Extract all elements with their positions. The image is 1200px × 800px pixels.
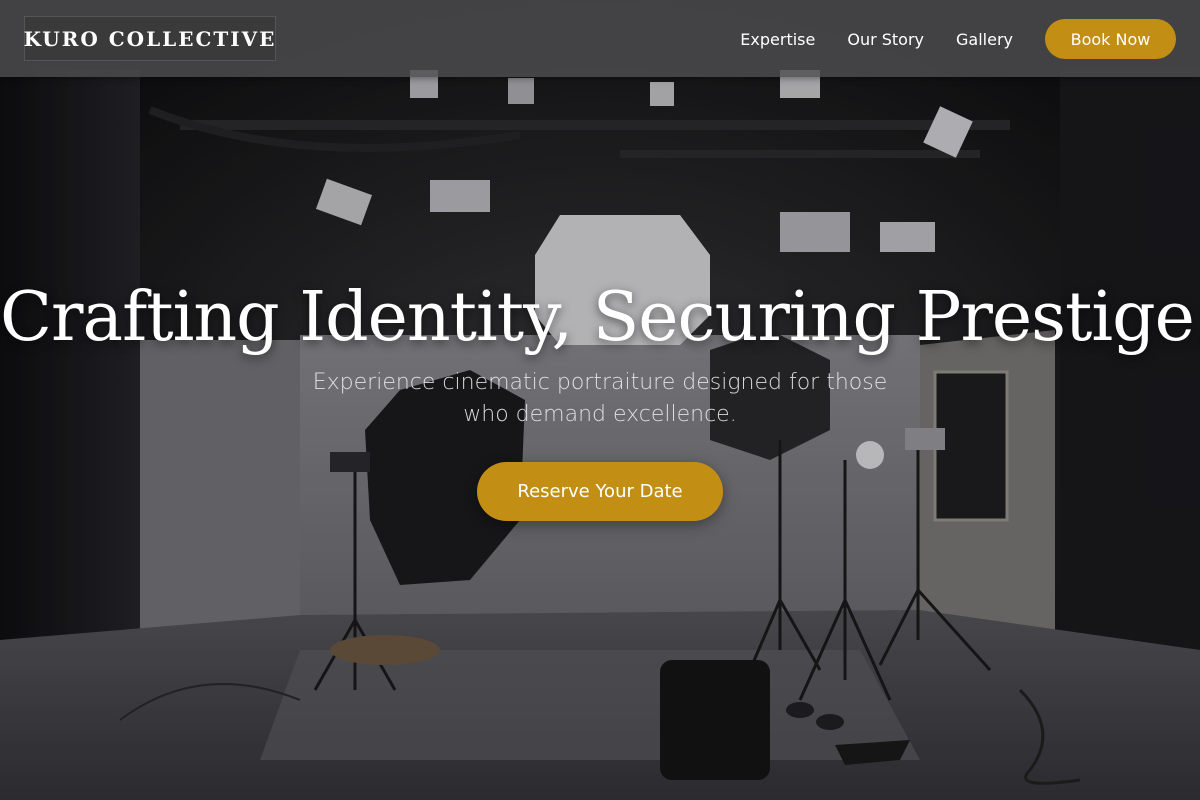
main-nav: Expertise Our Story Gallery Book Now	[740, 19, 1176, 59]
brand-name: KURO COLLECTIVE	[23, 26, 277, 51]
hero-subtitle-line-1: Experience cinematic portraiture designe…	[312, 370, 888, 395]
hero-subtitle: Experience cinematic portraiture designe…	[270, 367, 930, 431]
nav-link-our-story[interactable]: Our Story	[847, 30, 924, 49]
brand-logo[interactable]: KURO COLLECTIVE	[24, 16, 276, 61]
book-now-button[interactable]: Book Now	[1045, 19, 1176, 59]
hero-title: Crafting Identity, Securing Prestige.	[0, 278, 1200, 357]
reserve-date-button[interactable]: Reserve Your Date	[477, 462, 723, 521]
landing-page: KURO COLLECTIVE Expertise Our Story Gall…	[0, 0, 1200, 800]
site-header: KURO COLLECTIVE Expertise Our Story Gall…	[0, 0, 1200, 77]
nav-link-expertise[interactable]: Expertise	[740, 30, 815, 49]
nav-link-gallery[interactable]: Gallery	[956, 30, 1013, 49]
hero-subtitle-line-2: who demand excellence.	[463, 402, 737, 427]
